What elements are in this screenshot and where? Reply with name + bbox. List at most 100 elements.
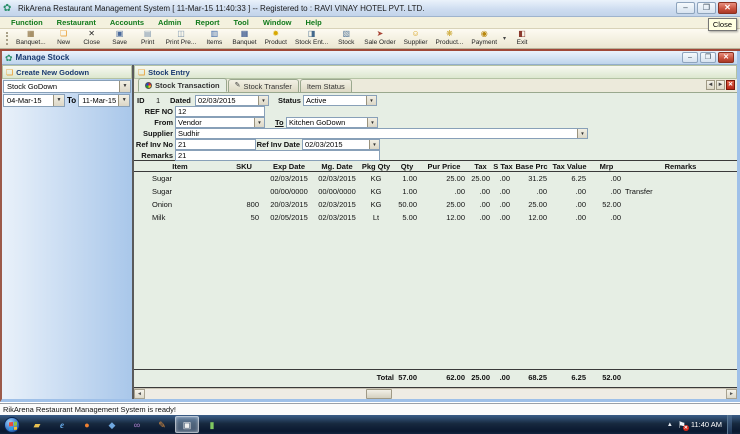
- toolbar-button-print[interactable]: ▤Print: [134, 29, 162, 48]
- chevron-down-icon[interactable]: ▼: [366, 96, 376, 105]
- create-new-godown-header[interactable]: ❏ Create New Godown: [2, 65, 132, 79]
- pie-chart-icon: [145, 82, 152, 89]
- tray-expand-icon[interactable]: ▲: [667, 422, 673, 428]
- action-center-flag-icon[interactable]: ⚑✕: [678, 420, 686, 430]
- table-row-2[interactable]: Sugar00/00/000000/00/0000KG1.00.00.00.00…: [134, 185, 737, 198]
- toolbar-overflow-icon[interactable]: ▾: [501, 35, 508, 42]
- door-icon: ◧: [518, 30, 526, 39]
- supplier-select[interactable]: Sudhir▼: [175, 128, 588, 139]
- tab-scroll-right-button[interactable]: ►: [716, 80, 725, 90]
- chevron-down-icon[interactable]: ▼: [367, 118, 377, 127]
- mdi-close-button[interactable]: ✕: [718, 52, 734, 63]
- chevron-down-icon[interactable]: ▼: [118, 95, 129, 106]
- from-label: From: [142, 117, 173, 128]
- horizontal-scrollbar[interactable]: ◄ ►: [134, 388, 737, 399]
- mdi-maximize-button[interactable]: ❐: [700, 52, 716, 63]
- ref-inv-no-label: Ref Inv No: [134, 139, 173, 150]
- chevron-down-icon[interactable]: ▼: [577, 129, 587, 138]
- cell-1-tax-value: 6.25: [550, 172, 589, 185]
- sun-icon: ✹: [272, 30, 279, 39]
- mdi-minimize-button[interactable]: –: [682, 52, 698, 63]
- table-row-1[interactable]: Sugar02/03/201502/03/2015KG1.0025.0025.0…: [134, 172, 737, 185]
- menu-item-accounts[interactable]: Accounts: [103, 18, 151, 27]
- toolbar-button-banquet-booking[interactable]: ▦Banquet...: [12, 29, 50, 48]
- menu-item-tool[interactable]: Tool: [227, 18, 256, 27]
- date-from-select[interactable]: 04-Mar-15 ▼: [3, 94, 65, 107]
- toolbar-button-payment[interactable]: ◉Payment: [467, 29, 501, 48]
- taskbar-app-explorer[interactable]: ▰: [25, 416, 49, 433]
- ref-inv-no-input[interactable]: 21: [175, 139, 256, 150]
- tab-close-button[interactable]: ✕: [726, 80, 735, 90]
- menu-item-report[interactable]: Report: [188, 18, 226, 27]
- maximize-button[interactable]: ❐: [697, 2, 716, 14]
- chevron-down-icon[interactable]: ▼: [258, 96, 268, 105]
- table-row-3[interactable]: Onion80020/03/201502/03/2015KG50.0025.00…: [134, 198, 737, 211]
- taskbar-clock[interactable]: 11:40 AM: [691, 420, 722, 429]
- menu-item-window[interactable]: Window: [256, 18, 299, 27]
- date-to-select[interactable]: 11-Mar-15 ▼: [78, 94, 130, 107]
- menu-item-admin[interactable]: Admin: [151, 18, 188, 27]
- scrollbar-track[interactable]: [145, 389, 726, 399]
- toolbar-button-save[interactable]: ▣Save: [106, 29, 134, 48]
- cell-4-remarks: [624, 211, 737, 224]
- tab-scroll-left-button[interactable]: ◄: [706, 80, 715, 90]
- menu-item-function[interactable]: Function: [4, 18, 50, 27]
- cell-2-qty: 1.00: [394, 185, 420, 198]
- taskbar-app-app-green[interactable]: ▮: [200, 416, 224, 433]
- toolbar-button-items[interactable]: ▥Items: [200, 29, 228, 48]
- toolbar-button-new[interactable]: ❏New: [50, 29, 78, 48]
- chevron-down-icon[interactable]: ▼: [369, 140, 379, 149]
- table-row-4[interactable]: Milk5002/05/201502/03/2015Lt5.0012.00.00…: [134, 211, 737, 224]
- close-button[interactable]: ✕: [718, 2, 737, 14]
- ref-inv-date-select[interactable]: 02/03/2015▼: [302, 139, 380, 150]
- show-desktop-button[interactable]: [727, 415, 732, 434]
- toolbar-button-supplier[interactable]: ☺Supplier: [400, 29, 432, 48]
- cell-4-sku: 50: [226, 211, 262, 224]
- floppy-icon: ▣: [116, 30, 124, 39]
- taskbar-app-app-blue[interactable]: ◆: [100, 416, 124, 433]
- taskbar-app-rikarena-app[interactable]: ▣: [175, 416, 199, 433]
- toolbar-button-product-2[interactable]: ❋Product...: [432, 29, 468, 48]
- toolbar-grip[interactable]: [6, 32, 9, 45]
- toolbar-button-print-preview[interactable]: ◫Print Pre...: [162, 29, 201, 48]
- toolbar-button-close[interactable]: ✕Close: [78, 29, 106, 48]
- scrollbar-thumb[interactable]: [366, 389, 392, 399]
- cell-3-sku: 800: [226, 198, 262, 211]
- godown-select[interactable]: Stock GoDown ▼: [3, 80, 131, 93]
- to-godown-select[interactable]: Kitchen GoDown▼: [286, 117, 378, 128]
- chevron-down-icon[interactable]: ▼: [53, 95, 64, 106]
- taskbar-app-app-purple[interactable]: ∞: [125, 416, 149, 433]
- total-value-5: 6.25: [550, 372, 589, 384]
- dart-icon: ➤: [377, 30, 384, 39]
- from-select[interactable]: Vendor▼: [175, 117, 265, 128]
- toolbar-label-print: Print: [141, 39, 154, 47]
- status-select[interactable]: Active▼: [303, 95, 377, 106]
- start-button[interactable]: [4, 417, 20, 433]
- toolbar-button-product[interactable]: ✹Product: [261, 29, 291, 48]
- toolbar-button-stock[interactable]: ▧Stock: [332, 29, 360, 48]
- toolbar-button-exit[interactable]: ◧Exit: [508, 29, 536, 48]
- tab-item-status[interactable]: Item Status: [300, 79, 352, 92]
- toolbar-button-sale-order[interactable]: ➤Sale Order: [360, 29, 399, 48]
- scroll-right-arrow-icon[interactable]: ►: [726, 389, 737, 399]
- taskbar-app-app-orange[interactable]: ✎: [150, 416, 174, 433]
- chevron-down-icon[interactable]: ▼: [254, 118, 264, 127]
- tab-stock-transfer[interactable]: ✎Stock Transfer: [228, 79, 299, 92]
- ref-no-input[interactable]: 12: [175, 106, 265, 117]
- column-header-item: Item: [134, 161, 226, 172]
- smiley-icon: ☺: [412, 30, 420, 39]
- menu-item-help[interactable]: Help: [299, 18, 329, 27]
- tab-stock-transaction[interactable]: Stock Transaction: [138, 78, 227, 92]
- toolbar-button-stock-entry[interactable]: ◨Stock Ent...: [291, 29, 332, 48]
- taskbar-app-firefox[interactable]: ●: [75, 416, 99, 433]
- remarks-input[interactable]: 21: [175, 150, 380, 161]
- scroll-left-arrow-icon[interactable]: ◄: [134, 389, 145, 399]
- dated-select[interactable]: 02/03/2015▼: [195, 95, 269, 106]
- splash-icon: ❋: [446, 30, 453, 39]
- taskbar-app-internet-explorer[interactable]: e: [50, 416, 74, 433]
- cell-2-exp-date: 00/00/0000: [262, 185, 316, 198]
- chevron-down-icon[interactable]: ▼: [119, 81, 130, 92]
- minimize-button[interactable]: –: [676, 2, 695, 14]
- menu-item-restaurant[interactable]: Restaurant: [50, 18, 103, 27]
- toolbar-button-banquet[interactable]: ▦Banquet: [228, 29, 260, 48]
